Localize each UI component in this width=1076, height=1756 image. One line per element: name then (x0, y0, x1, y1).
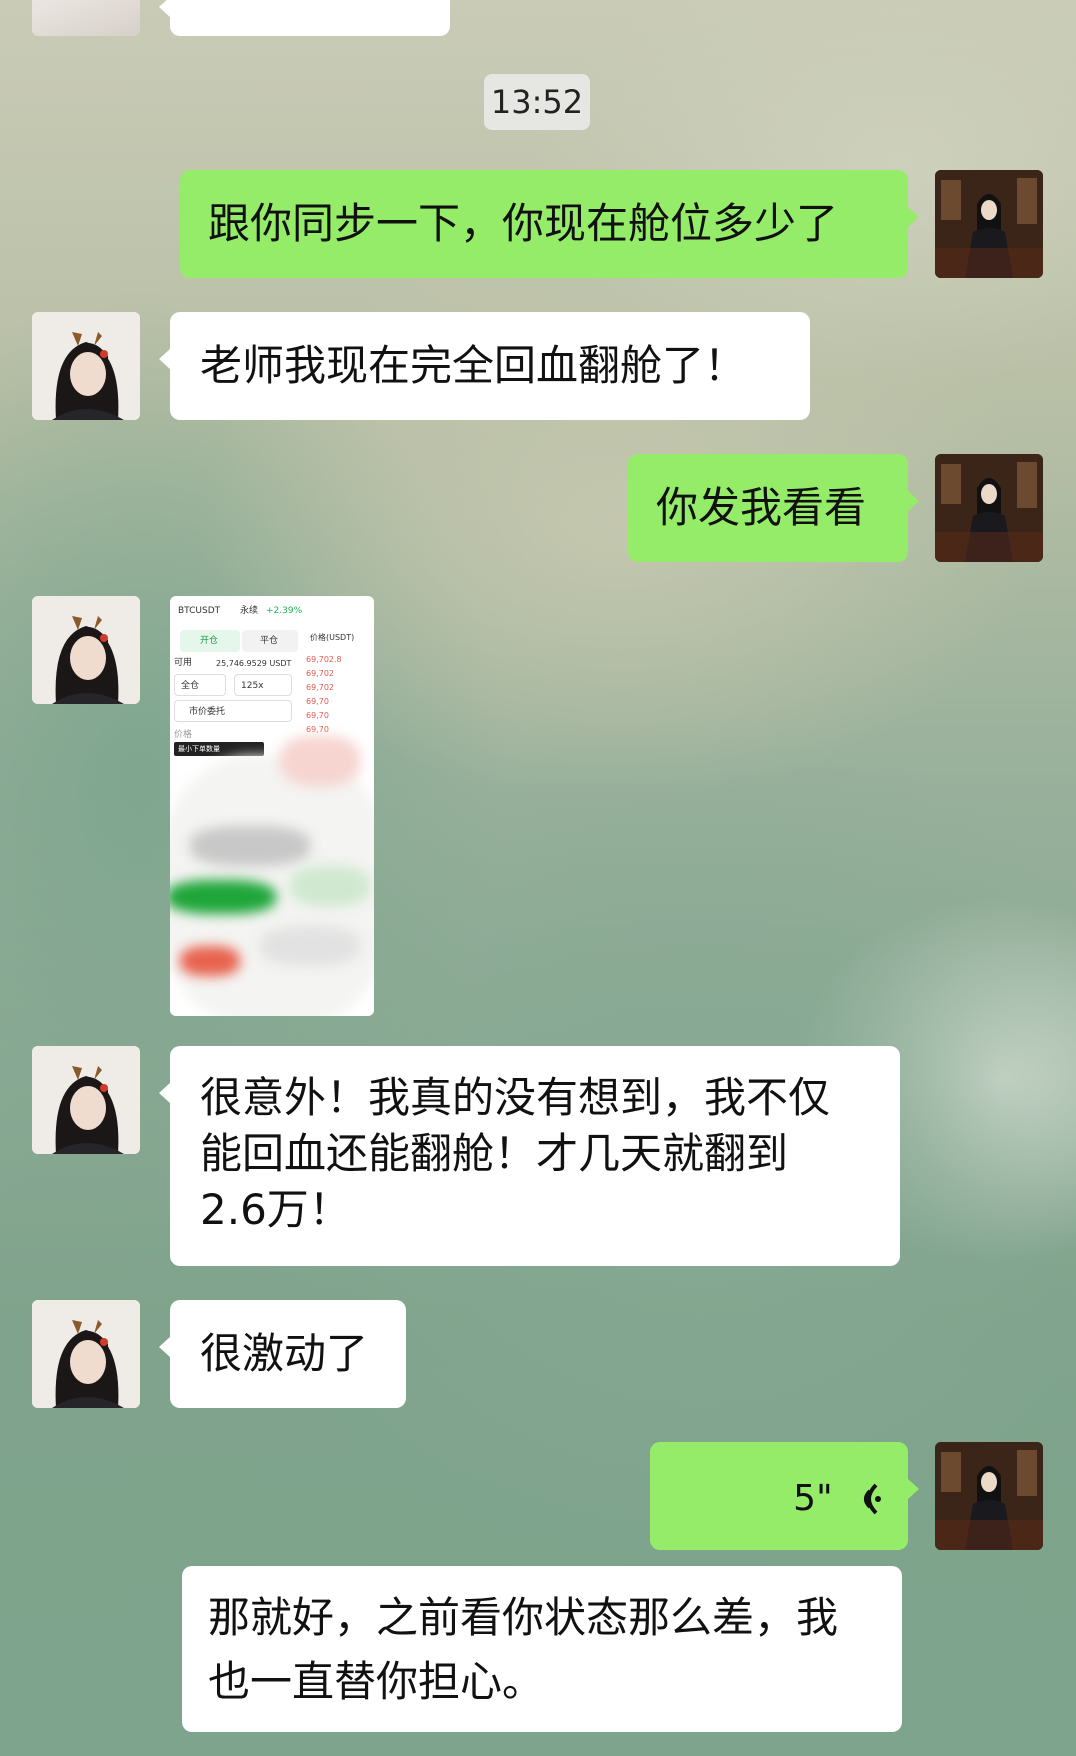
message-text-line: 那就好，之前看你状态那么差，我 (208, 1593, 839, 1642)
column-header: 价格(USDT) (310, 633, 355, 642)
price-level: 69,70 (306, 725, 329, 734)
message-text-line: 2.6万！ (200, 1185, 351, 1234)
price-level: 69,702 (306, 683, 334, 692)
message-text-line: 能回血还能翻舱！才几天就翻到 (200, 1129, 789, 1178)
avatar-contact[interactable] (32, 0, 140, 36)
message-bubble-sent[interactable]: 跟你同步一下，你现在舱位多少了 (180, 170, 919, 278)
scribble-redaction (190, 826, 310, 866)
voice-transcript[interactable]: 那就好，之前看你状态那么差，我 也一直替你担心。 (182, 1566, 902, 1732)
portrait-icon (32, 1046, 140, 1154)
message-bubble-sent[interactable]: 你发我看看 (628, 454, 919, 562)
avatar-contact[interactable] (32, 1300, 140, 1408)
portrait-icon (935, 1442, 1043, 1550)
price-level: 69,70 (306, 697, 329, 706)
scribble-redaction (170, 880, 276, 914)
margin-mode-select[interactable]: 全仓 (174, 674, 226, 696)
avatar-self[interactable] (935, 1442, 1043, 1550)
pair-label: BTCUSDT (178, 606, 221, 616)
timestamp: 13:52 (484, 74, 590, 130)
message-bubble-cutoff (159, 0, 450, 36)
order-type-select[interactable]: 市价委托 (174, 700, 292, 722)
scribble-redaction (260, 926, 360, 966)
message-bubble-received[interactable]: 老师我现在完全回血翻舱了！ (159, 312, 810, 420)
voice-message[interactable]: 5" (650, 1442, 919, 1550)
message-bubble-received[interactable]: 很意外！我真的没有想到，我不仅 能回血还能翻舱！才几天就翻到 2.6万！ (159, 1046, 900, 1266)
message-text: 跟你同步一下，你现在舱位多少了 (208, 199, 839, 248)
image-message[interactable]: BTCUSDT 永续 +2.39% 开仓 平仓 价格(USDT) 可用 25,7… (170, 596, 374, 1016)
message-text-line: 也一直替你担心。 (208, 1657, 545, 1706)
scribble-redaction (280, 736, 360, 786)
portrait-icon (32, 596, 140, 704)
avatar-self[interactable] (935, 454, 1043, 562)
price-input[interactable]: 最小下单数量 (174, 742, 264, 756)
scribble-redaction (180, 946, 240, 976)
tab-open[interactable]: 开仓 (180, 630, 240, 652)
voice-wave-icon (864, 1483, 881, 1514)
message-bubble-received[interactable]: 很激动了 (159, 1300, 406, 1408)
avatar-contact[interactable] (32, 312, 140, 420)
avatar-contact[interactable] (32, 596, 140, 704)
message-text: 你发我看看 (656, 483, 867, 532)
portrait-icon (32, 312, 140, 420)
leverage-select[interactable]: 125x (234, 674, 292, 696)
price-level: 69,702.8 (306, 655, 342, 664)
avatar-contact[interactable] (32, 1046, 140, 1154)
portrait-icon (935, 170, 1043, 278)
scribble-redaction (290, 866, 370, 906)
available-value: 25,746.9529 USDT (216, 659, 292, 668)
portrait-icon (935, 454, 1043, 562)
change-label: +2.39% (266, 606, 303, 616)
contract-label: 永续 (240, 606, 259, 616)
message-text-line: 很意外！我真的没有想到，我不仅 (200, 1073, 831, 1122)
available-label: 可用 (174, 658, 193, 668)
price-level: 69,70 (306, 711, 329, 720)
message-text: 很激动了 (200, 1329, 369, 1378)
tab-close[interactable]: 平仓 (242, 630, 298, 652)
price-label: 价格 (174, 730, 193, 740)
price-level: 69,702 (306, 669, 334, 678)
voice-duration: 5" (793, 1478, 833, 1519)
message-text: 老师我现在完全回血翻舱了！ (200, 341, 747, 390)
avatar-self[interactable] (935, 170, 1043, 278)
portrait-icon (32, 1300, 140, 1408)
